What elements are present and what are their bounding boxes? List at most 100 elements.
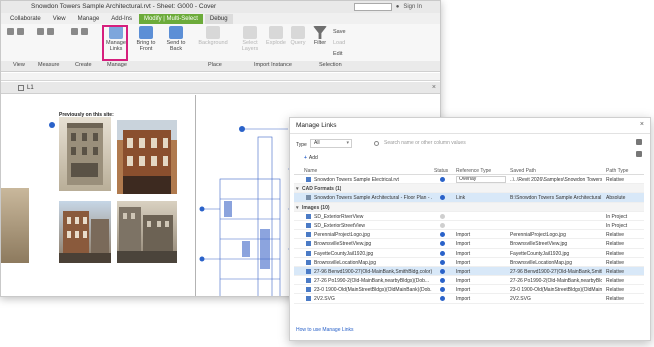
- tab-manage[interactable]: Manage: [73, 14, 105, 24]
- search-input[interactable]: [353, 3, 392, 11]
- file-icon: [306, 232, 311, 238]
- load-label: Load: [333, 40, 346, 46]
- table-group-row[interactable]: ▾ CAD Formats (1): [294, 184, 644, 194]
- view-tab-l1[interactable]: L1 ×: [1, 82, 440, 94]
- column-status[interactable]: Status: [434, 168, 448, 174]
- cell-name: SD_ExteriorRiverView: [314, 213, 364, 220]
- bring-to-front-button[interactable]: Bring to Front: [134, 26, 158, 52]
- dialog-side-tools: [636, 139, 644, 161]
- cell-saved-path: FayetteCountyJail1920.jpg: [510, 250, 570, 257]
- cell-saved-path: 27-96 Berwd1900-27(Old-MainBank,SmithBld…: [510, 268, 602, 275]
- plus-icon: +: [304, 155, 307, 161]
- table-row[interactable]: FayetteCountyJail1920.jpg Import FayetteCo…: [294, 249, 644, 258]
- search-icon: [374, 141, 379, 146]
- dialog-title: Manage Links: [296, 122, 337, 129]
- file-icon: [306, 259, 311, 265]
- cell-reference-type: Import: [456, 259, 471, 266]
- save-selection-button[interactable]: Save: [333, 27, 346, 38]
- table-row[interactable]: SD_ExteriorRiverView In Project: [294, 212, 644, 221]
- status-ok-icon: [440, 259, 445, 265]
- view-tool-icon[interactable]: [7, 28, 14, 35]
- chevron-down-icon[interactable]: ▾: [296, 186, 299, 192]
- filter-button[interactable]: Filter: [311, 26, 329, 46]
- measure-icon[interactable]: [37, 28, 44, 35]
- group-label: CAD Formats (1): [302, 186, 342, 193]
- cell-reference-type[interactable]: Overlay: [456, 176, 506, 183]
- user-icon[interactable]: ●: [396, 1, 400, 13]
- close-view-icon[interactable]: ×: [432, 82, 436, 94]
- tab-view[interactable]: View: [48, 14, 71, 24]
- table-row[interactable]: 27-96 Berwd1900-27(Old-MainBank,SmithBld…: [294, 266, 644, 277]
- create-group-icon[interactable]: [71, 28, 78, 35]
- tab-add-ins[interactable]: Add-Ins: [106, 14, 137, 24]
- floor-plan-icon: [18, 85, 24, 91]
- table-row[interactable]: SD_ExteriorStreetView In Project: [294, 221, 644, 231]
- tab-collaborate[interactable]: Collaborate: [5, 14, 46, 24]
- dimension-icon[interactable]: [47, 28, 54, 35]
- column-path-type[interactable]: Path Type: [606, 168, 628, 174]
- group-label: Images (10): [302, 204, 330, 211]
- settings-icon[interactable]: [636, 151, 642, 157]
- manage-links-highlight: [102, 25, 128, 61]
- background-label: Background: [198, 40, 228, 46]
- tab-modify-multi-select[interactable]: Modify | Multi-Select: [138, 14, 203, 24]
- column-saved-path[interactable]: Saved Path: [510, 168, 536, 174]
- links-table: Name Status Reference Type Saved Path Pa…: [294, 166, 644, 304]
- cell-saved-path: 27-26 Po1990-2(Old-MainBank,nearbyBldgs)…: [510, 278, 602, 285]
- create-part-icon[interactable]: [81, 28, 88, 35]
- table-row[interactable]: 27-26 Po1990-2(Old-MainBank,nearbyBldgs)…: [294, 276, 644, 286]
- status-ok-icon: [440, 250, 445, 256]
- cell-saved-path: B:\Snowdon Towers Sample Architectural -…: [510, 195, 602, 202]
- table-group-row[interactable]: ▾ Images (10): [294, 202, 644, 212]
- cell-name: SD_ExteriorStreetView: [314, 222, 366, 229]
- table-row[interactable]: 2V2.SVG Import 2V2.SVG Relative: [294, 294, 644, 304]
- help-link[interactable]: How to use Manage Links: [296, 327, 354, 333]
- cell-path-type: Absolute: [606, 195, 626, 202]
- chevron-down-icon[interactable]: ▾: [296, 205, 299, 211]
- cell-saved-path: 2V2.SVG: [510, 296, 531, 303]
- cell-reference-type: Import: [456, 241, 471, 248]
- table-row[interactable]: BrownsvilleLocationMap.jpg Import Brownsvi…: [294, 258, 644, 267]
- table-row[interactable]: BrownsvilleStreetView.jpg Import Brownsvil…: [294, 239, 644, 249]
- filter-label: Filter: [313, 40, 327, 46]
- tab-debug[interactable]: Debug: [204, 14, 233, 24]
- sheet-border: [195, 95, 196, 296]
- search-field[interactable]: Search name or other column values: [374, 139, 524, 148]
- table-row[interactable]: 23-0 1900-Old(MainStreetBldgs)(OldMainBa…: [294, 285, 644, 295]
- explode-button[interactable]: Explode: [265, 26, 287, 46]
- type-select-value: All: [314, 140, 320, 146]
- table-row[interactable]: PerennialProjectLogo.jpg Import PerennialP…: [294, 230, 644, 240]
- column-name[interactable]: Name: [304, 168, 317, 174]
- send-to-back-button[interactable]: Send to Back: [164, 26, 188, 52]
- type-select[interactable]: All ▾: [310, 139, 352, 148]
- status-none-icon: [440, 222, 445, 228]
- background-button[interactable]: Background: [198, 26, 228, 46]
- status-ok-icon: [440, 195, 445, 201]
- cell-reference-type: Import: [456, 232, 471, 239]
- export-icon[interactable]: [636, 139, 642, 145]
- close-icon[interactable]: ×: [640, 121, 644, 128]
- select-layers-button[interactable]: Select Layers: [237, 26, 263, 52]
- panel-label-view: View: [13, 62, 25, 68]
- select-layers-label: Select Layers: [241, 40, 259, 52]
- file-icon: [306, 296, 311, 302]
- table-row[interactable]: Snowdon Towers Sample Architectural - Fl…: [294, 193, 644, 203]
- table-row[interactable]: Snowdon Towers Sample Electrical.rvt Over…: [294, 175, 644, 185]
- building-photo-bw: [59, 117, 111, 191]
- cell-path-type: Relative: [606, 268, 625, 275]
- cell-path-type: In Project: [606, 213, 628, 220]
- edit-selection-button[interactable]: Edit: [333, 49, 346, 60]
- street-photo-color: [59, 201, 111, 263]
- status-ok-icon: [440, 278, 445, 284]
- cell-reference-type: Import: [456, 287, 471, 294]
- cell-name: 27-26 Po1990-2(Old-MainBank,nearbyBldgs)…: [314, 278, 430, 285]
- load-selection-button[interactable]: Load: [333, 38, 346, 49]
- cell-name: BrownsvilleLocationMap.jpg: [314, 259, 376, 266]
- add-button[interactable]: + Add: [304, 154, 318, 162]
- column-reference-type[interactable]: Reference Type: [456, 168, 491, 174]
- query-button[interactable]: Query: [288, 26, 308, 46]
- title-bar: Snowdon Towers Sample Architectural.rvt …: [1, 1, 440, 13]
- thin-lines-icon[interactable]: [17, 28, 24, 35]
- selection-tools: Save Load Edit: [333, 27, 346, 60]
- sign-in-link[interactable]: Sign In: [403, 1, 422, 13]
